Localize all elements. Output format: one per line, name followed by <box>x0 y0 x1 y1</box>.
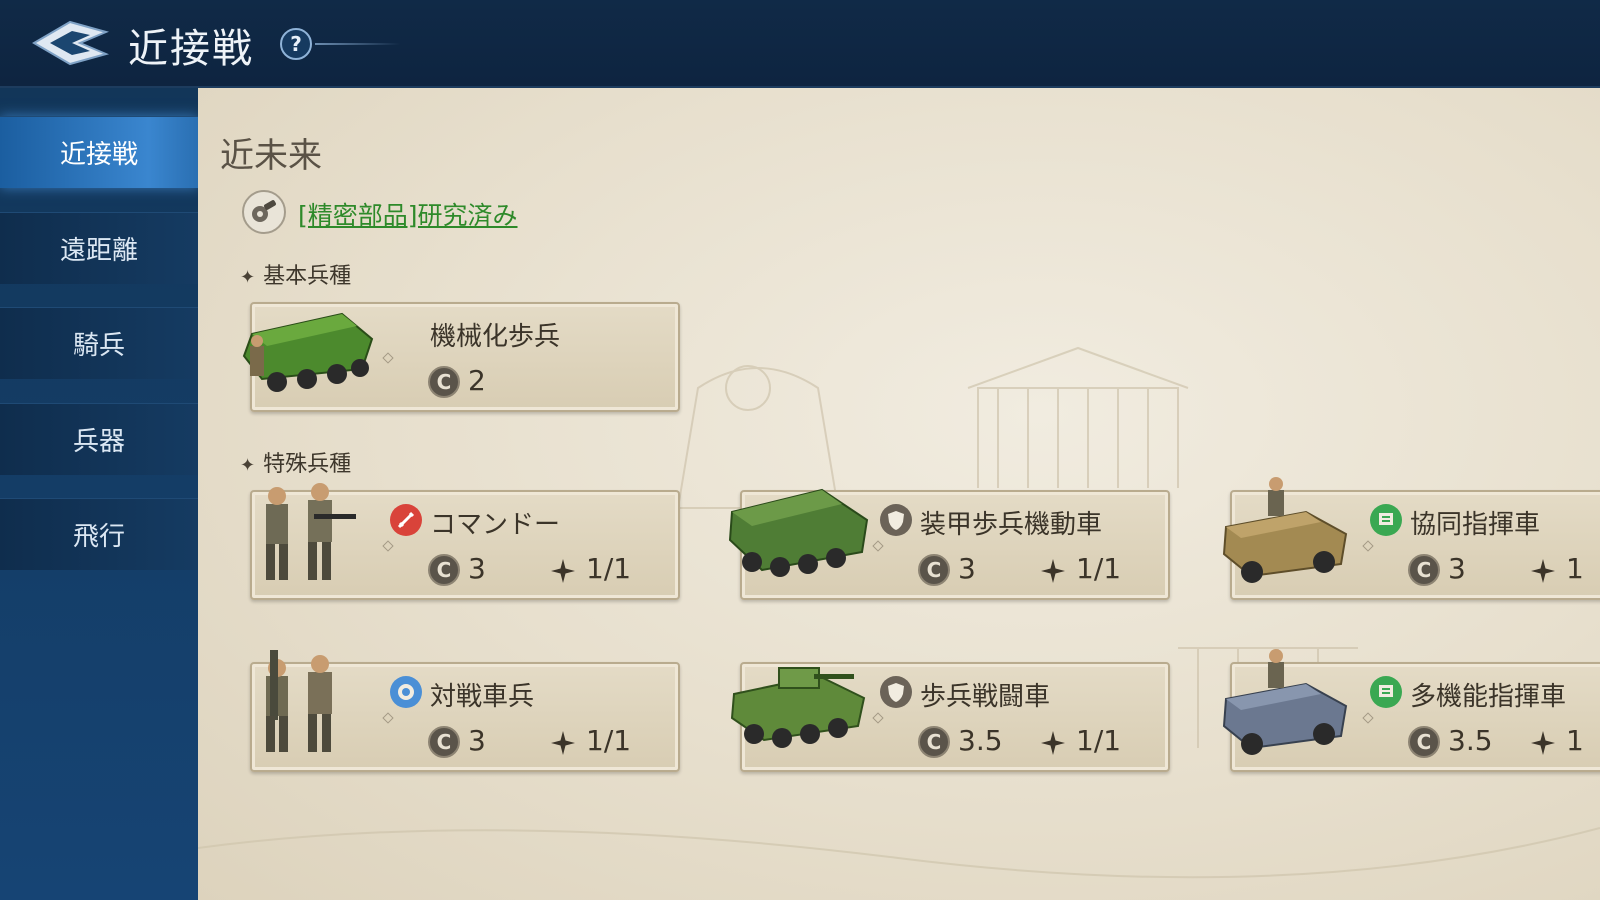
basic-units-label: ✦ 基本兵種 <box>240 264 352 289</box>
unit-limit: 1 <box>1566 724 1584 757</box>
unit-limit: 1 <box>1566 552 1584 585</box>
unit-limit: 1/1 <box>1076 552 1122 585</box>
cost-icon: C <box>918 726 950 758</box>
divider-diamond <box>382 712 394 724</box>
back-arrow-icon <box>32 20 110 66</box>
anti-tank-soldiers-icon <box>266 650 332 752</box>
back-button[interactable] <box>30 18 110 68</box>
unit-limit: 1/1 <box>586 724 632 757</box>
limit-star-icon <box>1531 559 1555 583</box>
limit-star-icon <box>551 559 575 583</box>
unit-name: 対戦車兵 <box>430 682 535 712</box>
commando-soldiers-icon <box>266 483 356 580</box>
unit-cost: 2 <box>468 364 486 397</box>
limit-star-icon <box>1041 559 1065 583</box>
category-sidebar: 近接戦 遠距離 騎兵 兵器 飛行 <box>0 88 198 900</box>
unit-name: 装甲歩兵機動車 <box>920 510 1103 540</box>
cost-icon: C <box>918 554 950 586</box>
shield-icon <box>880 504 912 536</box>
gear-icon <box>242 190 286 234</box>
unit-name: 協同指揮車 <box>1410 510 1541 540</box>
unit-card-commando[interactable]: コマンドー C 3 1/1 <box>250 483 680 600</box>
unit-cost: 3 <box>468 552 486 585</box>
top-bar: 近接戦 ? <box>0 0 1600 88</box>
support-icon <box>1370 504 1402 536</box>
divider-diamond <box>382 352 394 364</box>
cost-icon: C <box>1408 726 1440 758</box>
divider-diamond <box>1362 712 1374 724</box>
unit-card-joint-command-vehicle[interactable]: 協同指揮車 C 3 1 <box>1222 477 1600 600</box>
sidebar-item-air[interactable]: 飛行 <box>0 498 198 570</box>
limit-star-icon <box>1041 731 1065 755</box>
unit-card-mechanized-infantry[interactable]: 機械化歩兵 C 2 <box>242 302 680 412</box>
support-icon <box>1370 676 1402 708</box>
unit-name: 歩兵戦闘車 <box>920 682 1051 712</box>
divider-diamond <box>872 540 884 552</box>
armored-vehicle-icon <box>728 488 869 577</box>
unit-cost: 3.5 <box>1448 724 1493 757</box>
unit-limit: 1/1 <box>1076 724 1122 757</box>
cost-icon: C <box>428 366 460 398</box>
help-button[interactable]: ? <box>280 28 312 60</box>
sidebar-item-cavalry[interactable]: 騎兵 <box>0 307 198 379</box>
divider-diamond <box>382 540 394 552</box>
unit-cost: 3.5 <box>958 724 1003 757</box>
star-bullet-icon: ✦ <box>240 455 256 476</box>
unit-name: 機械化歩兵 <box>430 322 561 352</box>
fighting-vehicle-icon <box>730 667 866 748</box>
sword-icon <box>390 504 422 536</box>
sidebar-item-ranged[interactable]: 遠距離 <box>0 212 198 284</box>
era-title: 近未来 <box>220 136 322 176</box>
divider-diamond <box>1362 540 1374 552</box>
shield-icon <box>880 676 912 708</box>
ranged-icon <box>390 676 422 708</box>
cost-icon: C <box>428 726 460 758</box>
unit-cost: 3 <box>468 724 486 757</box>
unit-panel: 近未来 [精密部品]研究済み ✦ 基本兵種 機械化歩兵 C 2 ✦ 特殊兵種 コ… <box>198 88 1600 900</box>
limit-star-icon <box>551 731 575 755</box>
unit-card-infantry-fighting-vehicle[interactable]: 歩兵戦闘車 C 3.5 1/1 <box>730 662 1170 772</box>
page-title: 近接戦 <box>128 26 254 72</box>
command-jeep-icon <box>1222 649 1348 755</box>
unit-cost: 3 <box>958 552 976 585</box>
star-bullet-icon: ✦ <box>240 267 256 288</box>
unit-limit: 1/1 <box>586 552 632 585</box>
research-link[interactable]: [精密部品]研究済み <box>298 196 518 232</box>
unit-card-anti-tank-infantry[interactable]: 対戦車兵 C 3 1/1 <box>250 650 680 772</box>
unit-card-multi-function-command-vehicle[interactable]: 多機能指揮車 C 3.5 1 <box>1222 649 1600 772</box>
limit-star-icon <box>1531 731 1555 755</box>
unit-card-armored-infantry-vehicle[interactable]: 装甲歩兵機動車 C 3 1/1 <box>728 488 1170 600</box>
unit-name: コマンドー <box>430 510 561 540</box>
unit-cost: 3 <box>1448 552 1466 585</box>
mechanized-vehicle-icon <box>242 312 374 392</box>
command-jeep-icon <box>1222 477 1348 583</box>
cost-icon: C <box>1408 554 1440 586</box>
sidebar-item-siege[interactable]: 兵器 <box>0 403 198 475</box>
sidebar-item-melee[interactable]: 近接戦 <box>0 116 198 188</box>
title-divider <box>315 43 400 45</box>
divider-diamond <box>872 712 884 724</box>
unit-name: 多機能指揮車 <box>1410 682 1567 712</box>
cost-icon: C <box>428 554 460 586</box>
